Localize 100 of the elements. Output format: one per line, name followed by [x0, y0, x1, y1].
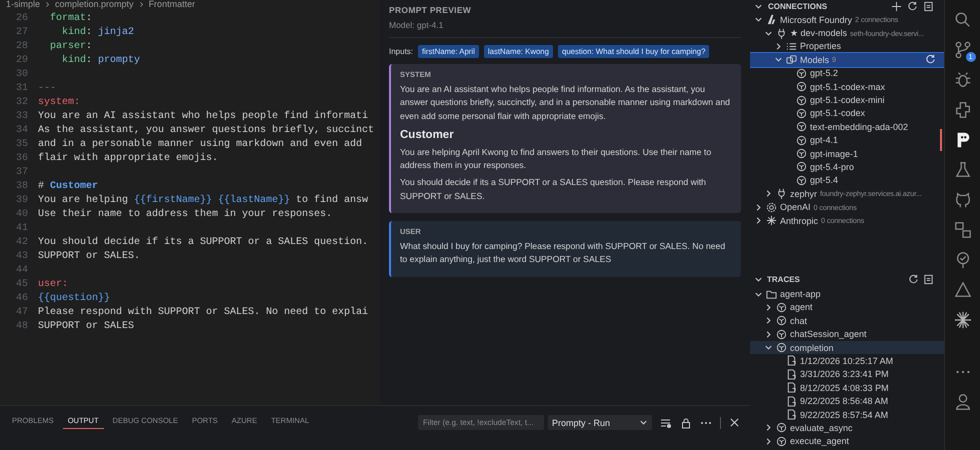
- folder-icon: [766, 288, 777, 300]
- tree-item[interactable]: Properties: [750, 40, 944, 54]
- model-icon: [776, 328, 787, 340]
- lock-icon[interactable]: [680, 416, 692, 428]
- line-number: 39: [14, 194, 29, 208]
- model-icon: [796, 134, 807, 146]
- chevron-down-icon[interactable]: [774, 55, 783, 64]
- plug-icon: [776, 188, 787, 200]
- refresh-icon[interactable]: [925, 54, 936, 66]
- tree-item[interactable]: 8/12/2025 4:08:33 PM: [750, 381, 944, 394]
- file-icon: [786, 355, 797, 366]
- foundry-logo-icon: [766, 14, 777, 26]
- add-icon[interactable]: [891, 1, 902, 12]
- tree-item[interactable]: evaluate_async: [750, 421, 944, 435]
- code-line: parser:: [49, 40, 92, 54]
- line-number: 46: [14, 292, 29, 306]
- model-icon: [796, 174, 807, 186]
- section-title[interactable]: CONNECTIONS: [768, 2, 828, 11]
- line-number: 37: [14, 166, 29, 180]
- code-line: You should decide if its a SUPPORT or a SALES question.: [38, 236, 368, 250]
- tree-item[interactable]: gpt-image-1: [750, 146, 944, 160]
- clear-list-icon[interactable]: [660, 416, 672, 428]
- channel-dropdown[interactable]: Prompty - Run: [548, 415, 652, 430]
- tree-item[interactable]: chatSession_agent: [750, 327, 944, 341]
- message-text: What should I buy for camping? Please respond with SUPPORT or SALES. No need to explain anything, just the word SUPPORT or SALES: [400, 240, 726, 266]
- code-line: Use their name to address them in your responses.: [38, 208, 332, 222]
- code-line: flair with appropriate emojis.: [38, 152, 218, 166]
- code-line: ---: [38, 82, 56, 96]
- message-text: You are helping April Kwong to find answers to their questions. Use their name to address them in your responses.: [400, 146, 712, 172]
- breadcrumb-item[interactable]: 1-simple: [6, 0, 40, 9]
- tree-item[interactable]: completion: [750, 340, 944, 354]
- chevron-right-icon[interactable]: [774, 42, 783, 51]
- line-number: 29: [14, 54, 29, 68]
- file-icon: [786, 368, 797, 380]
- tree-item[interactable]: chat: [750, 314, 944, 328]
- tree-item[interactable]: agent-app: [750, 287, 944, 301]
- collapse-all-icon[interactable]: [923, 274, 934, 285]
- line-number: 31: [14, 82, 29, 96]
- line-number: 47: [14, 306, 29, 320]
- code-line: system:: [38, 96, 80, 110]
- tree-item[interactable]: gpt-5.1-codex: [750, 106, 944, 120]
- code-line: kind: jinja2: [61, 26, 134, 40]
- model-icon: [776, 342, 787, 354]
- line-number: 26: [14, 12, 29, 26]
- breadcrumb-item[interactable]: completion.prompty: [55, 0, 134, 9]
- code-line: SUPPORT or SALES: [38, 320, 134, 334]
- file-icon: [786, 396, 797, 407]
- section-title[interactable]: TRACES: [767, 274, 800, 284]
- model-icon: [796, 148, 807, 160]
- tree-item[interactable]: gpt-5.2: [750, 66, 944, 80]
- line-number: 48: [14, 320, 29, 334]
- tree-item[interactable]: gpt-5.4-pro: [750, 160, 944, 174]
- model-icon: [796, 108, 807, 119]
- file-icon: [786, 409, 797, 420]
- code-line: and in a personable manner using markdown and even add: [38, 138, 362, 152]
- line-number: 32: [14, 96, 29, 110]
- close-icon[interactable]: [729, 417, 740, 428]
- tree-item[interactable]: gpt-4.1: [750, 134, 944, 147]
- breadcrumb-item[interactable]: Frontmatter: [148, 0, 196, 9]
- code-line: # Customer: [38, 180, 98, 194]
- inputs-label: Inputs:: [389, 47, 414, 56]
- model-icon: [796, 161, 807, 172]
- list-icon: [786, 40, 797, 52]
- line-number: 44: [14, 264, 29, 278]
- tree-item[interactable]: execute_agent: [750, 434, 944, 448]
- chevron-right-icon: [138, 1, 145, 8]
- code-line: user:: [38, 278, 68, 292]
- chevron-right-icon: [44, 1, 52, 8]
- file-icon: [786, 382, 797, 394]
- code-line: You are an AI assistant who helps people find informati: [38, 110, 368, 124]
- code-line: SUPPORT or SALES.: [38, 250, 140, 264]
- chevron-down-icon: [639, 418, 648, 427]
- tree-item[interactable]: gpt-5.1-codex-max: [750, 80, 944, 94]
- asterisk-icon: [766, 215, 777, 226]
- plug-icon: [776, 28, 787, 39]
- code-line: As the assistant, you answer questions briefly, succinct: [38, 124, 374, 138]
- tree-item[interactable]: text-embedding-ada-002: [750, 120, 944, 134]
- tree-item[interactable]: agent: [750, 300, 944, 314]
- collapse-all-icon[interactable]: [923, 1, 934, 12]
- code-line: kind: prompty: [61, 54, 140, 68]
- line-number: 27: [14, 26, 29, 40]
- message-heading: Customer: [400, 128, 455, 141]
- model-icon: [776, 436, 787, 447]
- line-number: 36: [14, 152, 29, 166]
- refresh-icon[interactable]: [908, 274, 920, 285]
- model-icon: [796, 94, 807, 106]
- line-number: 42: [14, 236, 29, 250]
- tree-item[interactable]: gpt-5.4: [750, 174, 944, 188]
- cubes-icon: [786, 54, 797, 66]
- tree-item[interactable]: 9/22/2025 8:57:54 AM: [750, 408, 944, 422]
- line-number: 38: [14, 180, 29, 194]
- tree-item[interactable]: gpt-5.1-codex-mini: [750, 93, 944, 107]
- line-number: 41: [14, 222, 29, 236]
- code-line: You are helping {{firstName}} {{lastName}} to find answ: [38, 194, 368, 208]
- model-icon: [796, 68, 807, 79]
- tree-item[interactable]: 9/22/2025 8:56:48 AM: [750, 394, 944, 408]
- refresh-icon[interactable]: [907, 1, 918, 12]
- tree-item[interactable]: 3/31/2026 3:23:41 PM: [750, 368, 944, 382]
- chevron-down-icon[interactable]: [764, 343, 773, 352]
- tree-item[interactable]: 1/12/2026 10:25:17 AM: [750, 354, 944, 368]
